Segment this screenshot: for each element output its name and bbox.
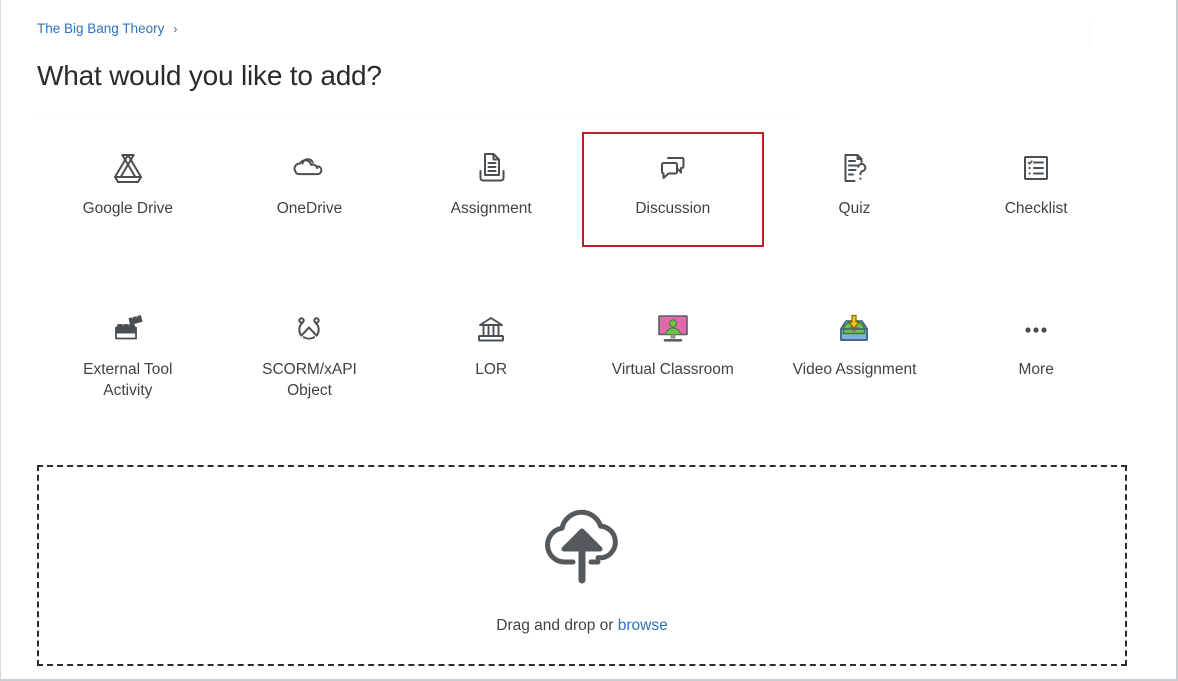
more-ellipsis-icon (1016, 307, 1056, 351)
tile-label: Discussion (635, 200, 711, 217)
tile-lor[interactable]: LOR (400, 293, 582, 411)
tile-onedrive[interactable]: OneDrive (219, 132, 401, 247)
activity-type-grid-row2: External Tool Activity SCORM/xAPI Object (37, 293, 1127, 411)
tile-video-assignment[interactable]: Video Assignment (764, 293, 946, 411)
browse-link[interactable]: browse (618, 617, 668, 634)
tile-label: Virtual Classroom (611, 361, 734, 378)
add-activity-page: The Big Bang Theory › What would you lik… (0, 0, 1178, 681)
chevron-right-icon: › (173, 22, 178, 36)
dropzone-instruction: Drag and drop or (496, 616, 618, 634)
onedrive-cloud-icon (289, 146, 329, 190)
header-divider-artifact (1088, 18, 1092, 48)
tile-scorm-xapi-object[interactable]: SCORM/xAPI Object (219, 293, 401, 411)
tile-label: Assignment (450, 200, 532, 217)
breadcrumb-course-link[interactable]: The Big Bang Theory (37, 20, 164, 38)
tile-label: SCORM/xAPI Object (262, 361, 357, 399)
tile-label: Video Assignment (792, 361, 917, 378)
google-drive-icon (108, 146, 148, 190)
checklist-icon (1016, 146, 1056, 190)
header-rule-artifact (37, 117, 797, 118)
quiz-question-document-icon (834, 146, 874, 190)
tile-external-tool-activity[interactable]: External Tool Activity (37, 293, 219, 411)
cloud-upload-icon (534, 500, 630, 593)
tile-discussion[interactable]: Discussion (582, 132, 764, 247)
tile-label: Quiz (838, 200, 871, 217)
breadcrumb: The Big Bang Theory › (37, 20, 177, 38)
discussion-speech-bubbles-icon (653, 146, 693, 190)
dropzone-text: Drag and drop or browse (496, 615, 667, 636)
tile-label: LOR (475, 361, 508, 378)
file-dropzone[interactable]: Drag and drop or browse (37, 465, 1127, 666)
tile-label: Google Drive (82, 200, 174, 217)
scorm-xapi-icon (289, 307, 329, 351)
activity-type-grid-row1: Google Drive OneDrive Assignment Discuss… (37, 132, 1127, 247)
tile-virtual-classroom[interactable]: Virtual Classroom (582, 293, 764, 411)
page-title: What would you like to add? (37, 60, 382, 91)
tile-assignment[interactable]: Assignment (400, 132, 582, 247)
assignment-document-icon (471, 146, 511, 190)
tile-quiz[interactable]: Quiz (764, 132, 946, 247)
video-assignment-inbox-icon (833, 307, 875, 351)
virtual-classroom-monitor-icon (652, 307, 694, 351)
tile-google-drive[interactable]: Google Drive (37, 132, 219, 247)
tile-label: External Tool Activity (83, 361, 173, 399)
tile-label: Checklist (1004, 200, 1068, 217)
learning-object-repository-bank-icon (471, 307, 511, 351)
tile-label: More (1018, 361, 1054, 378)
tile-more[interactable]: More (945, 293, 1127, 411)
tile-checklist[interactable]: Checklist (945, 132, 1127, 247)
external-tool-bricks-icon (108, 307, 148, 351)
tile-label: OneDrive (276, 200, 343, 217)
